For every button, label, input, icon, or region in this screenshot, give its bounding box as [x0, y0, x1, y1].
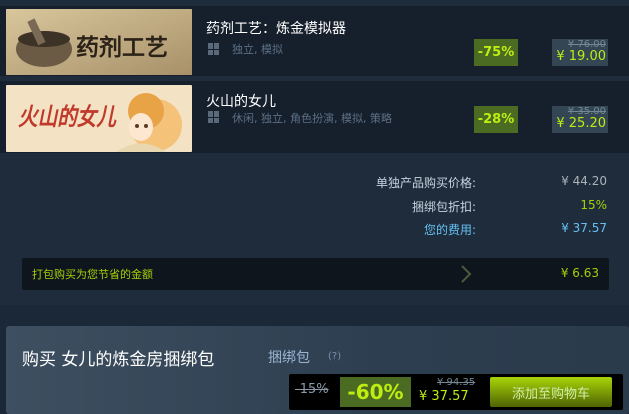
purchase-action: -15% -60% ¥ 94.35 ¥ 37.57 添加至购物车 — [289, 374, 623, 410]
price-box: ¥ 35.00 ¥ 25.20 — [552, 106, 608, 133]
final-price: ¥ 37.57 — [419, 389, 469, 404]
individual-price-value: ¥ 44.20 — [561, 174, 607, 188]
savings-value: ¥ 6.63 — [560, 266, 599, 280]
bundle-item-row[interactable]: 火山的女儿 火山的女儿 休闲, 独立, 角色扮演, 模拟, 策略 -28% ¥ … — [0, 81, 629, 153]
bundle-items-panel: 药剂工艺 药剂工艺：炼金模拟器 独立, 模拟 -75% ¥ 76.00 ¥ 19… — [0, 0, 629, 305]
game-tags: 独立, 模拟 — [232, 43, 283, 56]
capsule-title: 药剂工艺 — [76, 34, 168, 61]
windows-icon — [208, 43, 220, 55]
windows-icon — [208, 111, 220, 123]
savings-bar: 打包购买为您节省的金额 ¥ 6.63 — [22, 258, 609, 290]
individual-price-label: 单独产品购买价格: — [375, 176, 476, 190]
game-capsule-image[interactable]: 火山的女儿 — [6, 85, 192, 152]
bundle-type-label: 捆绑包 — [268, 350, 310, 366]
add-to-cart-button[interactable]: 添加至购物车 — [490, 377, 612, 407]
help-link[interactable]: (?) — [328, 351, 341, 362]
potion-craft-capsule-art: 药剂工艺 — [6, 9, 192, 75]
game-capsule-image[interactable]: 药剂工艺 — [6, 9, 192, 75]
your-cost-label: 您的费用: — [423, 223, 476, 237]
capsule-title: 火山的女儿 — [18, 102, 117, 131]
final-price: ¥ 25.20 — [556, 116, 606, 131]
purchase-title: 购买 女儿的炼金房捆绑包 — [22, 350, 215, 370]
bundle-purchase-area: 购买 女儿的炼金房捆绑包 捆绑包 (?) -15% -60% ¥ 94.35 ¥… — [6, 326, 629, 414]
volcano-princess-capsule-art: 火山的女儿 — [6, 85, 192, 152]
your-cost-value: ¥ 37.57 — [561, 221, 607, 235]
game-tags: 休闲, 独立, 角色扮演, 模拟, 策略 — [232, 112, 392, 125]
discount-badge: -60% — [340, 377, 411, 407]
discount-badge: -75% — [474, 39, 518, 66]
bundle-discount-tag: -15% — [295, 382, 329, 397]
final-price: ¥ 19.00 — [556, 49, 606, 64]
chevron-right-icon — [461, 265, 472, 283]
original-price: ¥ 94.35 — [437, 377, 476, 388]
game-title[interactable]: 药剂工艺：炼金模拟器 — [206, 18, 346, 38]
price-box: ¥ 76.00 ¥ 19.00 — [552, 39, 608, 66]
bundle-discount-label: 捆绑包折扣: — [411, 200, 476, 214]
discount-badge: -28% — [474, 106, 518, 133]
game-title[interactable]: 火山的女儿 — [206, 91, 276, 111]
bundle-discount-value: 15% — [580, 198, 607, 212]
savings-label: 打包购买为您节省的金额 — [32, 268, 153, 281]
bundle-item-row[interactable]: 药剂工艺 药剂工艺：炼金模拟器 独立, 模拟 -75% ¥ 76.00 ¥ 19… — [0, 6, 629, 76]
